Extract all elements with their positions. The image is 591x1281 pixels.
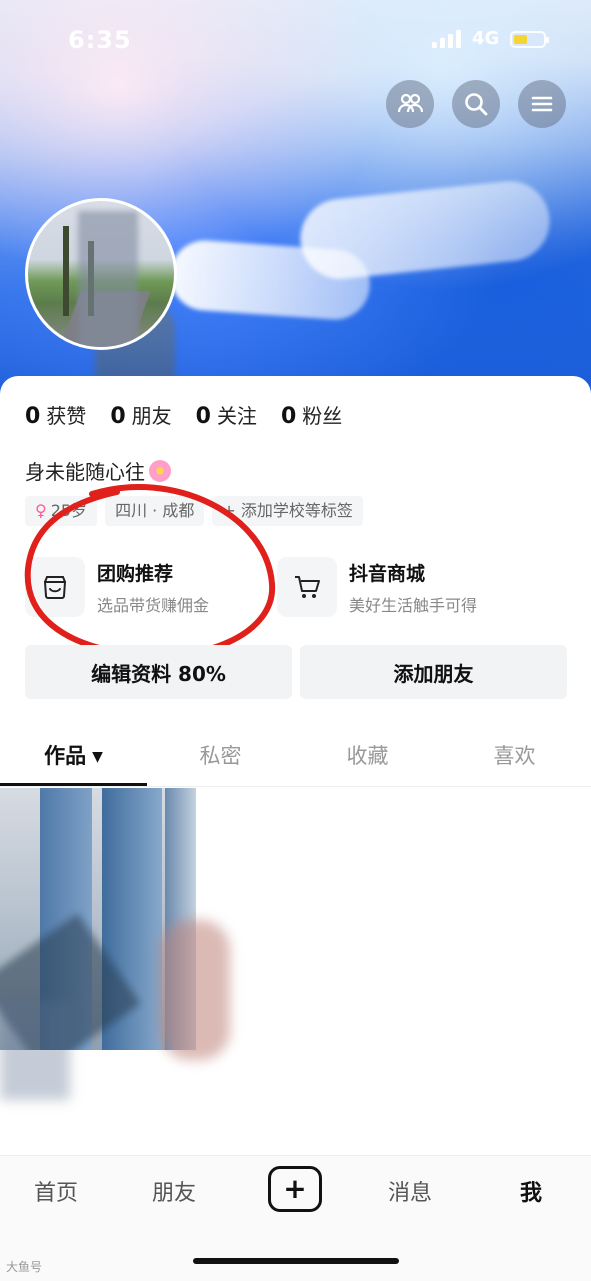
- cart-icon: [277, 557, 337, 617]
- status-bar: 6:35 4G: [0, 0, 591, 80]
- status-time: 6:35: [68, 26, 132, 54]
- cover-brush-stroke: [296, 177, 554, 283]
- red-annotation-circle: [24, 484, 276, 659]
- douyin-mall-card[interactable]: 抖音商城 美好生活触手可得: [277, 556, 477, 618]
- caret-down-icon: ▼: [92, 749, 103, 765]
- add-friend-button[interactable]: 添加朋友: [300, 645, 567, 699]
- battery-icon: [510, 31, 549, 48]
- home-indicator[interactable]: [193, 1258, 399, 1264]
- stat-followers[interactable]: 0 粉丝: [281, 400, 342, 429]
- stat-friends[interactable]: 0 朋友: [110, 400, 171, 429]
- nav-me[interactable]: 我: [520, 1175, 542, 1207]
- stat-likes[interactable]: 0 获赞: [25, 400, 86, 429]
- signal-icon: [432, 30, 462, 48]
- nav-friends[interactable]: 朋友: [152, 1175, 196, 1207]
- blur-mask: [160, 920, 230, 1060]
- network-type: 4G: [472, 28, 500, 49]
- tab-private[interactable]: 私密: [147, 728, 294, 786]
- card-title: 抖音商城: [349, 562, 426, 585]
- card-subtitle: 美好生活触手可得: [349, 595, 478, 615]
- content-tabs: 作品 ▼ 私密 收藏 喜欢: [0, 728, 591, 787]
- avatar[interactable]: [25, 198, 177, 350]
- search-icon: [465, 93, 488, 116]
- plus-icon: +: [283, 1172, 307, 1205]
- tab-likes[interactable]: 喜欢: [441, 728, 588, 786]
- tab-works[interactable]: 作品 ▼: [0, 728, 147, 786]
- nav-home[interactable]: 首页: [34, 1175, 78, 1207]
- stat-following[interactable]: 0 关注: [196, 400, 257, 429]
- blur-mask: [0, 1000, 70, 1100]
- profile-stats: 0 获赞 0 朋友 0 关注 0 粉丝: [25, 400, 342, 429]
- active-tab-indicator: [0, 783, 147, 786]
- hamburger-icon: [531, 96, 553, 112]
- menu-button[interactable]: [518, 80, 566, 128]
- edit-profile-button[interactable]: 编辑资料 80%: [25, 645, 292, 699]
- nav-messages[interactable]: 消息: [388, 1175, 432, 1207]
- friends-button[interactable]: [386, 80, 434, 128]
- search-button[interactable]: [452, 80, 500, 128]
- watermark: 大鱼号: [6, 1260, 43, 1274]
- people-icon: [397, 93, 423, 113]
- create-post-button[interactable]: +: [268, 1166, 322, 1212]
- tab-favorites[interactable]: 收藏: [294, 728, 441, 786]
